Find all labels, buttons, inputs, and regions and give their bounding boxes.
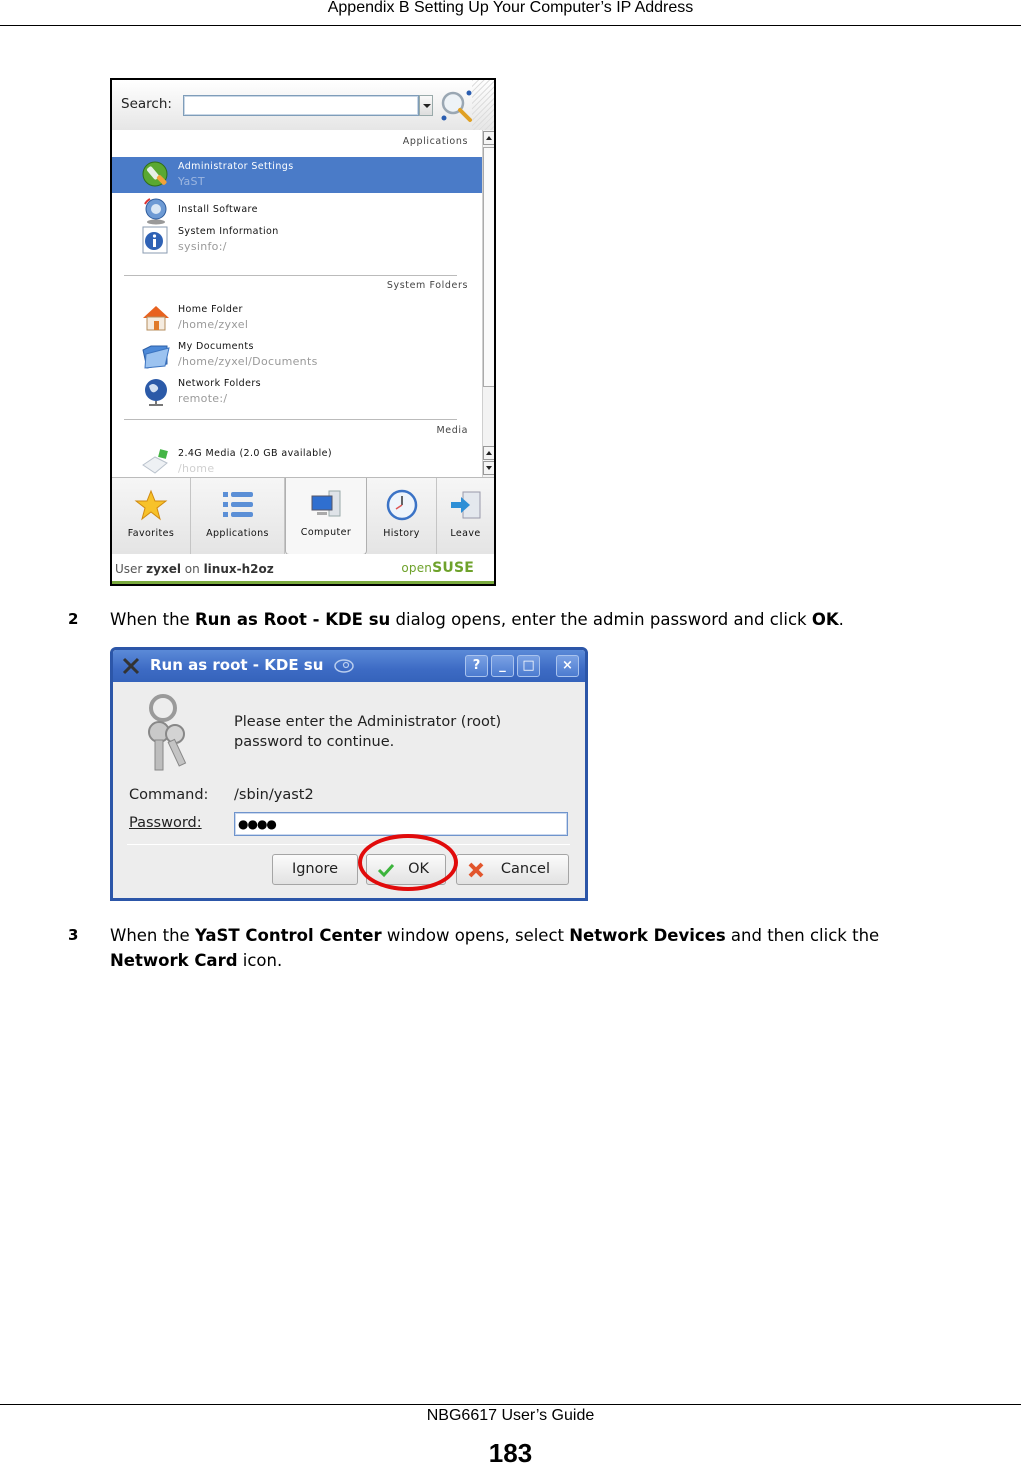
section-media: Media bbox=[436, 425, 468, 436]
footer-rule bbox=[0, 1404, 1021, 1405]
kde-su-app-icon bbox=[122, 657, 140, 675]
media-scroll-down-button[interactable] bbox=[483, 461, 494, 475]
item-subtitle: remote:/ bbox=[178, 392, 228, 405]
item-subtitle: /home/zyxel bbox=[178, 318, 249, 331]
item-title: Administrator Settings bbox=[178, 161, 294, 172]
item-title: Home Folder bbox=[178, 304, 243, 315]
tab-leave[interactable]: Leave bbox=[437, 478, 494, 554]
section-system-folders: System Folders bbox=[386, 280, 468, 291]
ok-highlight-annotation bbox=[358, 834, 458, 891]
password-input[interactable]: ●●●● bbox=[234, 812, 568, 836]
tab-label: Favorites bbox=[127, 528, 175, 539]
cancel-button[interactable]: Cancel bbox=[456, 854, 569, 885]
scroll-up-button[interactable] bbox=[483, 131, 494, 145]
tab-favorites[interactable]: Favorites bbox=[112, 478, 191, 554]
kde-su-dialog: Run as root - KDE su ? _ □ × Please ente… bbox=[110, 647, 588, 901]
item-subtitle: sysinfo:/ bbox=[178, 240, 227, 253]
documents-folder-icon bbox=[142, 345, 170, 369]
clock-icon bbox=[386, 489, 417, 521]
section-applications: Applications bbox=[402, 136, 468, 147]
applications-list-icon bbox=[222, 492, 253, 517]
page-number: 183 bbox=[488, 1438, 533, 1465]
tab-label: History bbox=[383, 528, 420, 539]
list-item-system-information[interactable]: System Information sysinfo:/ bbox=[112, 222, 482, 258]
item-title: Install Software bbox=[178, 204, 258, 215]
removable-media-icon bbox=[142, 449, 168, 474]
dialog-titlebar[interactable]: Run as root - KDE su ? _ □ × bbox=[113, 650, 585, 682]
divider bbox=[124, 275, 457, 276]
media-scroll-up-button[interactable] bbox=[483, 446, 494, 460]
step-3: 3 When the YaST Control Center window op… bbox=[68, 923, 988, 975]
minimize-button[interactable]: _ bbox=[491, 655, 514, 677]
item-title: Network Folders bbox=[178, 378, 261, 389]
dialog-body: Please enter the Administrator (root) pa… bbox=[113, 682, 585, 898]
step-number: 3 bbox=[68, 926, 79, 944]
computer-icon bbox=[311, 490, 341, 517]
item-subtitle: YaST bbox=[178, 175, 205, 188]
cancel-x-icon bbox=[468, 862, 484, 878]
tab-label: Leave bbox=[450, 528, 481, 539]
step-text-line-1: When the YaST Control Center window open… bbox=[110, 926, 880, 945]
suse-chameleon-icon bbox=[334, 659, 354, 673]
menu-status-bar: User zyxel on linux-h2oz openSUSE bbox=[112, 554, 494, 584]
command-value: /sbin/yast2 bbox=[234, 787, 314, 803]
search-label: Search: bbox=[121, 96, 172, 112]
item-title: 2.4G Media (2.0 GB available) bbox=[178, 448, 332, 459]
home-folder-icon bbox=[143, 306, 169, 331]
maximize-button[interactable]: □ bbox=[517, 655, 540, 677]
divider bbox=[127, 844, 570, 845]
scroll-thumb[interactable] bbox=[483, 147, 494, 387]
tab-label: Computer bbox=[300, 527, 352, 538]
item-title: System Information bbox=[178, 226, 279, 237]
dialog-title: Run as root - KDE su bbox=[150, 656, 324, 674]
admin-settings-icon bbox=[142, 161, 168, 187]
search-magnifier-icon bbox=[441, 90, 472, 122]
user-host-label: User zyxel on linux-h2oz bbox=[115, 562, 274, 576]
step-number: 2 bbox=[68, 610, 79, 628]
help-button[interactable]: ? bbox=[465, 655, 488, 677]
star-icon bbox=[134, 489, 168, 521]
step-text-line-2: Network Card icon. bbox=[110, 951, 283, 970]
leave-icon bbox=[450, 491, 480, 519]
network-folder-icon bbox=[145, 379, 167, 406]
divider bbox=[124, 419, 457, 420]
password-label: Password: bbox=[129, 815, 202, 831]
keys-icon bbox=[148, 694, 187, 771]
list-item-network-folders[interactable]: Network Folders remote:/ bbox=[112, 374, 482, 410]
page-header: Appendix B Setting Up Your Computer’s IP… bbox=[0, 0, 1021, 26]
close-button[interactable]: × bbox=[556, 655, 579, 677]
list-item-media[interactable]: 2.4G Media (2.0 GB available) /home bbox=[112, 444, 482, 480]
opensuse-logo: openSUSE bbox=[401, 560, 474, 576]
dialog-message: Please enter the Administrator (root) pa… bbox=[234, 714, 502, 750]
kickoff-tab-bar: Favorites Applications Computer History … bbox=[112, 477, 494, 555]
footer-guide-title: NBG6617 User’s Guide bbox=[426, 1407, 595, 1424]
tab-applications[interactable]: Applications bbox=[191, 478, 285, 554]
search-bar: Search: bbox=[112, 80, 494, 130]
list-item-my-documents[interactable]: My Documents /home/zyxel/Documents bbox=[112, 337, 482, 373]
system-info-icon bbox=[142, 226, 168, 254]
menu-scrollbar[interactable] bbox=[482, 130, 494, 477]
item-subtitle: /home/zyxel/Documents bbox=[178, 355, 318, 368]
search-input[interactable] bbox=[183, 95, 419, 116]
kde-kickoff-menu: Search: Applications Administrator Setti… bbox=[110, 78, 496, 586]
resize-grip[interactable] bbox=[472, 80, 494, 130]
menu-list: Applications Administrator Settings YaST… bbox=[112, 130, 482, 477]
tab-label: Applications bbox=[206, 528, 269, 539]
list-item-home-folder[interactable]: Home Folder /home/zyxel bbox=[112, 300, 482, 336]
ignore-button[interactable]: Ignore bbox=[272, 854, 358, 885]
item-title: My Documents bbox=[178, 341, 254, 352]
tab-history[interactable]: History bbox=[367, 478, 437, 554]
list-item-administrator-settings[interactable]: Administrator Settings YaST bbox=[112, 157, 482, 193]
tab-computer[interactable]: Computer bbox=[285, 478, 367, 555]
search-dropdown-button[interactable] bbox=[419, 95, 433, 116]
command-label: Command: bbox=[129, 787, 209, 803]
step-2: 2 When the Run as Root - KDE su dialog o… bbox=[68, 607, 968, 633]
step-text: When the Run as Root - KDE su dialog ope… bbox=[110, 610, 844, 629]
item-subtitle: /home bbox=[178, 462, 215, 475]
